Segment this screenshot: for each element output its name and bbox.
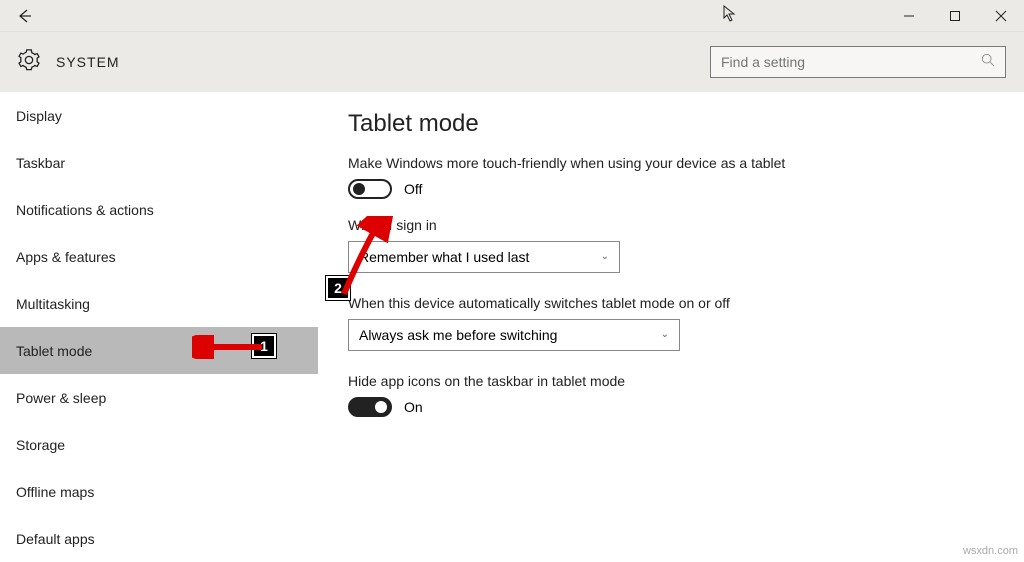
signin-select[interactable]: Remember what I used last ⌄ <box>348 241 620 273</box>
sidebar-item-display[interactable]: Display <box>0 92 318 139</box>
titlebar <box>0 0 1024 32</box>
sidebar-item-apps[interactable]: Apps & features <box>0 233 318 280</box>
autoswitch-select[interactable]: Always ask me before switching ⌄ <box>348 319 680 351</box>
chevron-down-icon: ⌄ <box>601 251 609 262</box>
sidebar-item-default-apps[interactable]: Default apps <box>0 515 318 562</box>
sidebar-item-label: Apps & features <box>16 249 116 265</box>
sidebar-item-label: Notifications & actions <box>16 202 154 218</box>
main-panel: Tablet mode Make Windows more touch-frie… <box>318 92 1024 561</box>
back-button[interactable] <box>0 8 48 24</box>
signin-value: Remember what I used last <box>359 249 529 265</box>
sidebar-item-power[interactable]: Power & sleep <box>0 374 318 421</box>
toggle-state-label: Off <box>404 181 422 197</box>
hideicons-label: Hide app icons on the taskbar in tablet … <box>348 373 994 389</box>
sidebar-item-offline-maps[interactable]: Offline maps <box>0 468 318 515</box>
section-heading: Tablet mode <box>348 110 994 138</box>
search-box[interactable] <box>710 46 1006 78</box>
sidebar-item-label: Taskbar <box>16 155 65 171</box>
content: Display Taskbar Notifications & actions … <box>0 92 1024 561</box>
gear-icon <box>18 49 40 76</box>
search-icon <box>981 53 995 72</box>
sidebar-item-label: Display <box>16 108 62 124</box>
section-description: Make Windows more touch-friendly when us… <box>348 154 788 173</box>
watermark: wsxdn.com <box>963 545 1018 557</box>
hide-icons-toggle[interactable] <box>348 397 392 417</box>
sidebar-item-multitasking[interactable]: Multitasking <box>0 280 318 327</box>
signin-label: When I sign in <box>348 217 994 233</box>
page-title: SYSTEM <box>56 54 120 70</box>
annotation-badge-2: 2 <box>326 276 350 300</box>
sidebar-item-label: Default apps <box>16 531 95 547</box>
minimize-button[interactable] <box>886 2 932 30</box>
sidebar-item-taskbar[interactable]: Taskbar <box>0 139 318 186</box>
sidebar-item-notifications[interactable]: Notifications & actions <box>0 186 318 233</box>
autoswitch-value: Always ask me before switching <box>359 327 557 343</box>
chevron-down-icon: ⌄ <box>661 329 669 340</box>
autoswitch-label: When this device automatically switches … <box>348 295 994 311</box>
header: SYSTEM <box>0 32 1024 92</box>
sidebar-item-label: Multitasking <box>16 296 90 312</box>
sidebar-item-label: Storage <box>16 437 65 453</box>
sidebar-item-label: Offline maps <box>16 484 94 500</box>
toggle-state-label: On <box>404 399 423 415</box>
maximize-button[interactable] <box>932 2 978 30</box>
sidebar-item-label: Tablet mode <box>16 343 92 359</box>
annotation-badge-1: 1 <box>252 334 276 358</box>
sidebar-item-label: Power & sleep <box>16 390 106 406</box>
close-button[interactable] <box>978 2 1024 30</box>
sidebar-item-storage[interactable]: Storage <box>0 421 318 468</box>
search-input[interactable] <box>721 54 981 70</box>
sidebar: Display Taskbar Notifications & actions … <box>0 92 318 561</box>
tablet-mode-toggle[interactable] <box>348 179 392 199</box>
